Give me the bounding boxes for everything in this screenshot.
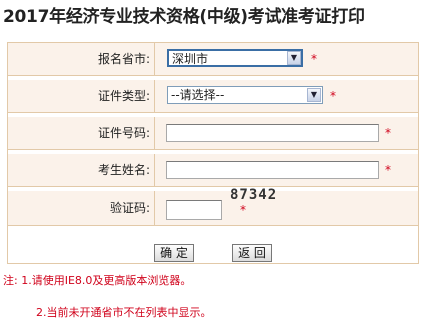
row-province: 报名省市: 深圳市 ▼ * (8, 43, 418, 76)
province-selected-value: 深圳市 (172, 52, 209, 66)
row-doc-number: 证件号码: * (8, 117, 418, 150)
required-mark: * (385, 126, 391, 140)
chevron-down-icon[interactable]: ▼ (307, 88, 321, 102)
doc-type-select[interactable]: --请选择-- ▼ (167, 86, 323, 104)
confirm-button[interactable]: 确 定 (154, 244, 194, 262)
name-input[interactable] (166, 161, 379, 179)
captcha-label: 验证码: (8, 191, 155, 225)
doc-type-selected-value: --请选择-- (171, 88, 225, 102)
row-doc-type: 证件类型: --请选择-- ▼ * (8, 80, 418, 113)
doc-number-input[interactable] (166, 124, 379, 142)
province-select[interactable]: 深圳市 ▼ (167, 49, 303, 67)
login-form: 报名省市: 深圳市 ▼ * 证件类型: --请选择-- ▼ * 证件号码: * … (7, 42, 419, 264)
chevron-down-icon[interactable]: ▼ (287, 51, 301, 65)
required-mark: * (385, 163, 391, 177)
doc-type-label: 证件类型: (8, 80, 155, 112)
province-label: 报名省市: (8, 43, 155, 75)
captcha-input[interactable] (166, 200, 222, 220)
back-button[interactable]: 返 回 (232, 244, 272, 262)
note-line-1: 注: 1.请使用IE8.0及更高版本浏览器。 (3, 274, 192, 287)
row-captcha: 验证码: * (8, 191, 418, 226)
note-line-2: 2.当前未开通省市不在列表中显示。 (36, 306, 212, 319)
name-label: 考生姓名: (8, 154, 155, 186)
buttons-row (8, 225, 418, 265)
required-mark: * (311, 52, 317, 66)
required-mark: * (330, 89, 336, 103)
doc-number-label: 证件号码: (8, 117, 155, 149)
captcha-image[interactable]: 87342 (230, 187, 310, 209)
row-name: 考生姓名: * (8, 154, 418, 187)
page-title: 2017年经济专业技术资格(中级)考试准考证打印 (3, 7, 365, 27)
